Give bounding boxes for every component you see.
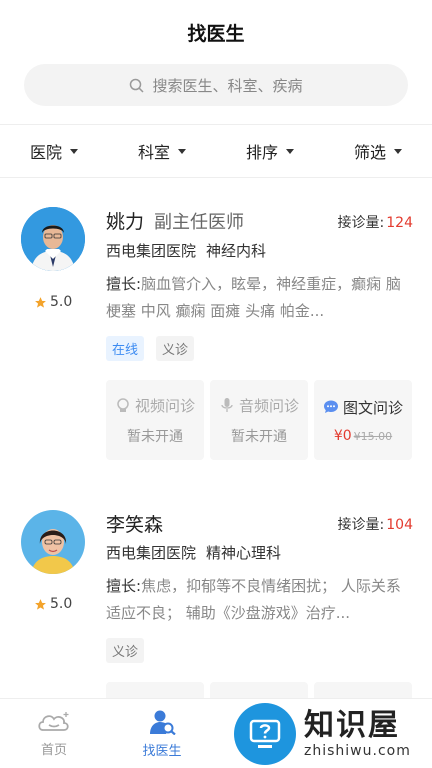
doctor-avatar — [21, 510, 85, 574]
doctor-name-row: 姚力 副主任医师 — [106, 207, 244, 234]
doctor-avatar — [21, 207, 85, 271]
original-price: ¥15.00 — [353, 429, 393, 443]
caret-down-icon — [178, 148, 186, 154]
doctor-name: 李笑森 — [106, 514, 164, 536]
filter-screen[interactable]: 筛选 — [324, 139, 432, 163]
service-list: 视频问诊 暂未开通 音频问诊 暂未开通 图文问诊 ¥0 ¥15.00 — [106, 380, 418, 460]
question-monitor-icon — [249, 719, 281, 748]
caret-down-icon — [394, 148, 402, 154]
filter-label: 排序 — [245, 143, 278, 162]
video-consult-button[interactable]: 视频问诊 暂未开通 — [106, 380, 204, 460]
current-price: ¥0 — [333, 427, 352, 444]
watermark-title: 知识屋 — [304, 708, 400, 743]
video-icon — [117, 398, 129, 412]
doctor-name-row: 李笑森 — [106, 510, 163, 537]
filter-department[interactable]: 科室 — [108, 139, 216, 163]
consult-count: 接诊量: 124 — [338, 212, 413, 232]
tag-online: 在线 — [106, 336, 145, 361]
audio-consult-button[interactable]: 音频问诊 暂未开通 — [210, 380, 308, 460]
search-bar[interactable]: 搜索医生、科室、疾病 — [24, 64, 408, 106]
watermark-text: 知识屋 zhishiwu.com — [304, 708, 411, 760]
hospital-row: 西电集团医院 神经内科 — [106, 240, 266, 261]
tag-list: 义诊 — [106, 638, 156, 663]
microphone-icon — [221, 398, 233, 412]
rating-value: 5.0 — [50, 596, 73, 612]
page-title: 找医生 — [187, 22, 245, 45]
consult-number: 124 — [386, 215, 413, 231]
consult-number: 104 — [386, 517, 413, 533]
tab-label: 首页 — [40, 742, 67, 758]
department-name: 神经内科 — [206, 242, 267, 260]
doctor-title: 副主任医师 — [154, 212, 245, 233]
filter-label: 科室 — [137, 143, 170, 162]
svc-title: 图文问诊 — [323, 397, 403, 418]
star-icon — [35, 598, 46, 610]
page-header: 找医生 — [0, 0, 432, 64]
watermark-url: zhishiwu.com — [304, 743, 411, 759]
doctor-rating: 5.0 — [34, 294, 72, 310]
star-icon — [35, 296, 46, 308]
service-status: 暂未开通 — [127, 428, 183, 445]
hospital-name: 西电集团医院 — [106, 242, 197, 260]
doctor-rating: 5.0 — [34, 596, 72, 612]
doctor-name: 姚力 — [106, 211, 145, 233]
caret-down-icon — [286, 148, 294, 154]
watermark-logo — [234, 703, 296, 765]
search-placeholder: 搜索医生、科室、疾病 — [152, 76, 303, 95]
tab-home[interactable]: 首页 — [0, 699, 108, 768]
consult-label: 接诊量: — [337, 517, 385, 533]
hospital-row: 西电集团医院 精神心理科 — [106, 542, 281, 563]
tag-free-clinic: 义诊 — [106, 638, 145, 663]
service-name: 音频问诊 — [238, 396, 299, 415]
rating-value: 5.0 — [50, 294, 73, 310]
tab-find-doctor[interactable]: 找医生 — [108, 699, 216, 768]
tag-free-clinic: 义诊 — [156, 336, 195, 361]
service-name: 图文问诊 — [342, 398, 403, 417]
filter-label: 医院 — [29, 143, 62, 162]
filter-sort[interactable]: 排序 — [216, 139, 324, 163]
filter-bar: 医院 科室 排序 筛选 — [0, 124, 432, 178]
svc-title: 音频问诊 — [219, 395, 299, 416]
filter-hospital[interactable]: 医院 — [0, 139, 108, 163]
filter-label: 筛选 — [353, 143, 386, 162]
specialty-text: 擅长:脑血管介入，眩晕，神经重症，癫痫 脑梗塞 中风 癫痫 面瘫 头痛 帕金..… — [106, 271, 412, 325]
svc-title: 视频问诊 — [115, 395, 195, 416]
consult-count: 接诊量: 104 — [338, 514, 413, 534]
specialty-label: 擅长: — [106, 577, 142, 595]
specialty-value: 焦虑，抑郁等不良情绪困扰； 人际关系适应不良； 辅助《沙盘游戏》治疗... — [106, 577, 401, 622]
tag-list: 在线 义诊 — [106, 336, 206, 361]
search-icon — [130, 78, 145, 93]
specialty-value: 脑血管介入，眩晕，神经重症，癫痫 脑梗塞 中风 癫痫 面瘫 头痛 帕金... — [106, 275, 401, 320]
service-price: ¥0 ¥15.00 — [334, 428, 392, 444]
consult-label: 接诊量: — [337, 215, 385, 231]
department-name: 精神心理科 — [206, 544, 282, 562]
specialty-label: 擅长: — [106, 275, 142, 293]
site-watermark: 知识屋 zhishiwu.com — [234, 700, 432, 768]
text-consult-button[interactable]: 图文问诊 ¥0 ¥15.00 — [314, 380, 412, 460]
home-icon — [38, 711, 69, 731]
caret-down-icon — [70, 148, 78, 154]
hospital-name: 西电集团医院 — [106, 544, 197, 562]
service-name: 视频问诊 — [134, 396, 195, 415]
doctor-search-icon — [150, 710, 176, 735]
chat-bubble-icon — [323, 400, 338, 413]
tab-label: 找医生 — [142, 743, 182, 759]
specialty-text: 擅长:焦虑，抑郁等不良情绪困扰； 人际关系适应不良； 辅助《沙盘游戏》治疗... — [106, 573, 412, 627]
service-status: 暂未开通 — [231, 428, 287, 445]
